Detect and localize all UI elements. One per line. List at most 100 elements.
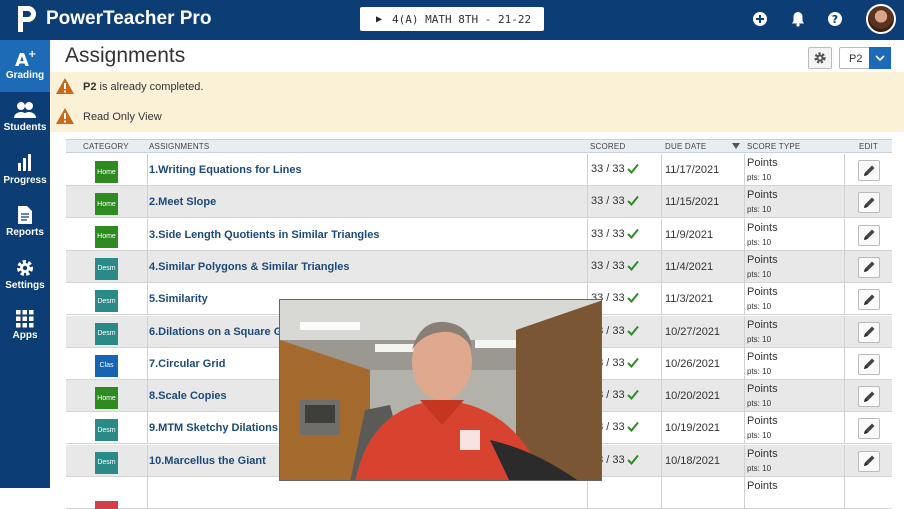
svg-text:+: + bbox=[28, 49, 36, 60]
assignment-name-link[interactable]: 8.Scale Copies bbox=[149, 390, 227, 402]
points-value: pts: 10 bbox=[747, 431, 772, 441]
table-row[interactable]: Home 2.Meet Slope 33 / 33 11/15/2021 Points p… bbox=[66, 186, 892, 219]
column-divider bbox=[661, 444, 662, 477]
pencil-icon bbox=[864, 455, 875, 467]
pencil-icon bbox=[864, 197, 875, 208]
check-icon bbox=[627, 357, 639, 368]
category-badge: Desm bbox=[95, 290, 118, 313]
user-avatar[interactable] bbox=[866, 4, 896, 34]
assignment-name-link[interactable]: 5.Similarity bbox=[149, 293, 208, 305]
assignment-name-link[interactable]: 10.Marcellus the Giant bbox=[149, 455, 266, 467]
column-divider bbox=[844, 477, 845, 509]
edit-button[interactable] bbox=[858, 256, 880, 278]
column-divider bbox=[661, 154, 662, 186]
column-divider bbox=[661, 250, 662, 283]
edit-button[interactable] bbox=[858, 160, 880, 181]
score-type-value: Points bbox=[747, 221, 778, 234]
assignment-name-link[interactable]: 4.Similar Polygons & Similar Triangles bbox=[149, 261, 350, 273]
assignment-name-link[interactable]: 2.Meet Slope bbox=[149, 196, 216, 208]
table-row[interactable]: Home 1.Writing Equations for Lines 33 / 33… bbox=[66, 154, 892, 186]
assignment-name-link[interactable]: 9.MTM Sketchy Dilations bbox=[149, 422, 278, 434]
sort-desc-icon[interactable] bbox=[732, 143, 740, 149]
sidebar-item-apps[interactable]: Apps bbox=[0, 302, 50, 354]
assignment-name-link[interactable]: 3.Side Length Quotients in Similar Trian… bbox=[149, 229, 379, 241]
column-divider bbox=[661, 380, 662, 413]
category-badge: Home bbox=[95, 225, 118, 248]
header-score-type[interactable]: SCORE TYPE bbox=[747, 142, 800, 151]
table-row[interactable]: Desm 4.Similar Polygons & Similar Triangl… bbox=[66, 250, 892, 283]
sidebar-label-apps: Apps bbox=[12, 330, 38, 341]
assignment-name-link[interactable]: 7.Circular Grid bbox=[149, 358, 225, 370]
check-icon bbox=[627, 260, 639, 271]
points-value: pts: 10 bbox=[747, 237, 772, 247]
check-icon bbox=[627, 454, 639, 465]
edit-button[interactable] bbox=[858, 192, 880, 214]
column-divider bbox=[147, 186, 148, 219]
column-divider bbox=[844, 347, 845, 380]
scored-value: 33 / 33 bbox=[591, 227, 625, 240]
check-icon bbox=[627, 228, 639, 239]
sidebar-item-grading[interactable]: A + Grading bbox=[0, 40, 50, 92]
top-bar: PowerTeacher Pro ▶ 4(A) MATH 8TH - 21-22… bbox=[0, 0, 904, 40]
category-badge: Home bbox=[95, 193, 118, 216]
category-badge: Desm bbox=[95, 451, 118, 474]
column-divider bbox=[147, 347, 148, 380]
term-select[interactable]: P2 bbox=[839, 47, 891, 69]
header-category[interactable]: CATEGORY bbox=[83, 142, 129, 151]
score-type-value: Points bbox=[747, 350, 778, 363]
header-due-date[interactable]: DUE DATE bbox=[665, 142, 706, 151]
column-divider bbox=[744, 154, 745, 186]
header-scored[interactable]: SCORED bbox=[590, 142, 625, 151]
column-divider bbox=[587, 186, 588, 219]
app-brand[interactable]: PowerTeacher Pro bbox=[46, 8, 211, 30]
edit-button[interactable] bbox=[858, 386, 880, 408]
sidebar-item-progress[interactable]: Progress bbox=[0, 145, 50, 197]
edit-button[interactable] bbox=[858, 353, 880, 375]
chevron-down-icon[interactable] bbox=[869, 47, 891, 69]
edit-button[interactable] bbox=[858, 321, 880, 343]
due-date-value: 11/15/2021 bbox=[665, 196, 720, 209]
column-divider bbox=[844, 186, 845, 219]
score-type-value: Points bbox=[747, 157, 778, 169]
assignment-name-link[interactable]: 6.Dilations on a Square Gr bbox=[149, 326, 287, 338]
pencil-icon bbox=[864, 326, 875, 337]
edit-button[interactable] bbox=[858, 289, 880, 311]
bell-icon[interactable] bbox=[789, 10, 807, 28]
edit-button[interactable] bbox=[858, 418, 880, 440]
alert-completed: P2 is already completed. bbox=[50, 72, 904, 102]
class-selector[interactable]: ▶ 4(A) MATH 8TH - 21-22 bbox=[360, 7, 544, 31]
column-divider bbox=[147, 412, 148, 445]
column-divider bbox=[147, 218, 148, 251]
table-row[interactable]: Points bbox=[66, 477, 892, 509]
points-value: pts: 10 bbox=[747, 302, 772, 312]
page-settings-button[interactable] bbox=[808, 47, 832, 69]
sidebar-label-students: Students bbox=[3, 122, 47, 133]
table-header: CATEGORY ASSIGNMENTS SCORED DUE DATE SCO… bbox=[66, 139, 892, 153]
page-title: Assignments bbox=[65, 44, 186, 67]
column-divider bbox=[587, 154, 588, 186]
sidebar-item-settings[interactable]: Settings bbox=[0, 250, 50, 302]
students-icon bbox=[14, 102, 36, 118]
assignment-name-link[interactable]: 1.Writing Equations for Lines bbox=[149, 164, 302, 176]
term-select-value: P2 bbox=[849, 53, 863, 65]
column-divider bbox=[661, 477, 662, 509]
score-type-value: Points bbox=[747, 253, 778, 266]
column-divider bbox=[587, 477, 588, 509]
column-divider bbox=[147, 250, 148, 283]
category-badge: Desm bbox=[95, 257, 118, 280]
warning-icon bbox=[56, 108, 74, 124]
pencil-icon bbox=[864, 229, 875, 241]
sidebar-item-students[interactable]: Students bbox=[0, 92, 50, 144]
header-assignments[interactable]: ASSIGNMENTS bbox=[149, 142, 209, 151]
help-icon[interactable]: ? bbox=[826, 10, 844, 28]
webcam-video-overlay[interactable] bbox=[279, 299, 602, 481]
gear-icon bbox=[814, 52, 826, 64]
add-circle-icon[interactable] bbox=[751, 10, 769, 28]
edit-button[interactable] bbox=[858, 450, 880, 472]
due-date-value: 11/4/2021 bbox=[665, 260, 714, 273]
due-date-value: 11/17/2021 bbox=[665, 164, 720, 176]
column-divider bbox=[744, 218, 745, 251]
table-row[interactable]: Home 3.Side Length Quotients in Similar T… bbox=[66, 218, 892, 251]
edit-button[interactable] bbox=[858, 224, 880, 246]
sidebar-item-reports[interactable]: Reports bbox=[0, 197, 50, 249]
